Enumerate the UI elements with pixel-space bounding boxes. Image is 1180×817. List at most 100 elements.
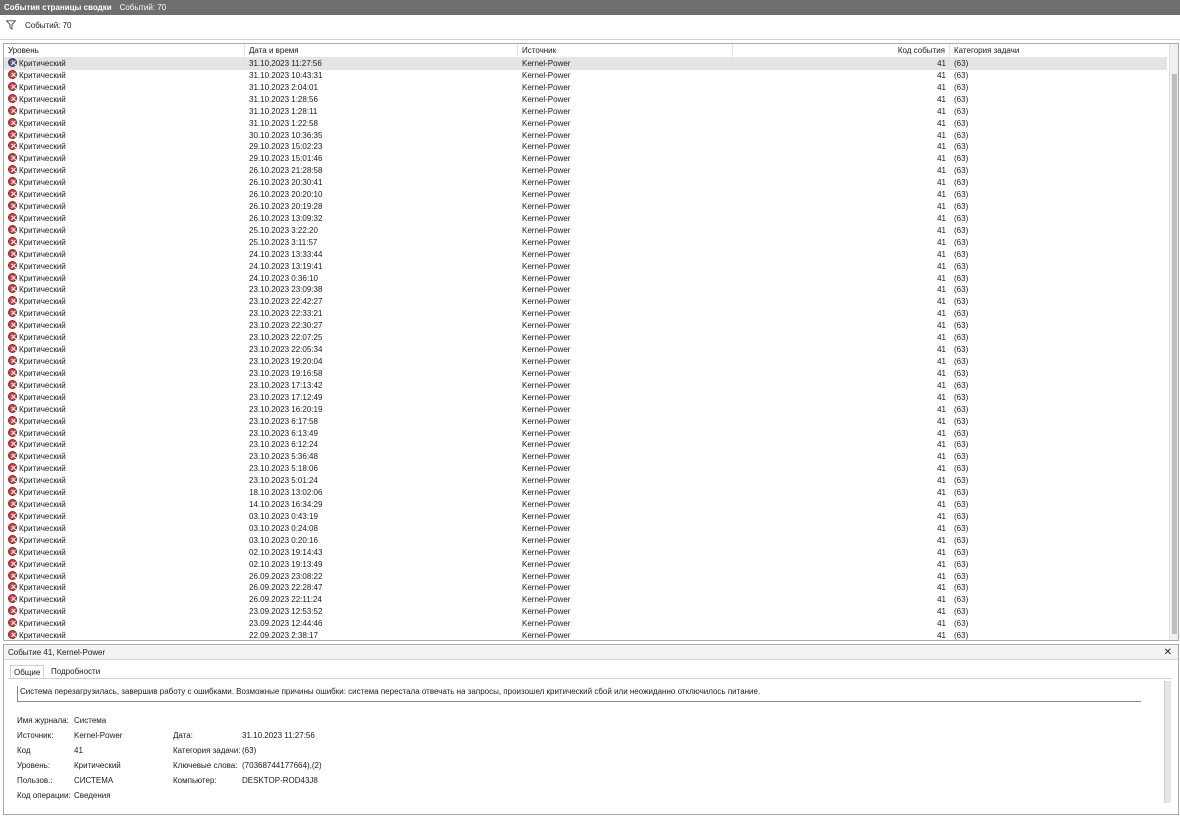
table-row[interactable]: Критический 26.09.2023 22:11:24 Kernel-Pow… bbox=[4, 594, 1167, 606]
table-row[interactable]: Критический 26.10.2023 20:19:28 Kernel-Pow… bbox=[4, 201, 1167, 213]
table-row[interactable]: Критический 23.10.2023 16:20:19 Kernel-Pow… bbox=[4, 403, 1167, 416]
table-row[interactable]: Критический 26.10.2023 20:30:41 Kernel-Pow… bbox=[4, 177, 1167, 189]
row-source: Kernel-Power bbox=[522, 428, 571, 438]
table-row[interactable]: Критический 25.10.2023 3:11:57 Kernel-Powe… bbox=[4, 236, 1167, 249]
row-datetime: 26.10.2023 21:28:58 bbox=[249, 166, 323, 176]
table-row[interactable]: Критический 18.10.2023 13:02:06 Kernel-Pow… bbox=[4, 487, 1167, 499]
critical-error-icon bbox=[8, 367, 17, 377]
table-row[interactable]: Критический 23.10.2023 5:01:24 Kernel-Powe… bbox=[4, 475, 1167, 487]
critical-error-icon bbox=[8, 81, 17, 91]
critical-error-icon bbox=[8, 570, 17, 580]
table-row[interactable]: Критический 31.10.2023 11:27:56 Kernel-Pow… bbox=[4, 58, 1167, 70]
column-header-datetime[interactable]: Дата и время bbox=[245, 44, 518, 58]
table-row[interactable]: Критический 23.10.2023 22:07:25 Kernel-Pow… bbox=[4, 332, 1167, 344]
row-datetime: 23.10.2023 6:17:58 bbox=[249, 416, 318, 426]
table-row[interactable]: Критический 03.10.2023 0:43:19 Kernel-Powe… bbox=[4, 510, 1167, 523]
table-row[interactable]: Критический 23.10.2023 22:42:27 Kernel-Pow… bbox=[4, 296, 1167, 308]
table-row[interactable]: Критический 24.10.2023 13:19:41 Kernel-Pow… bbox=[4, 260, 1167, 273]
row-datetime: 31.10.2023 10:43:31 bbox=[249, 70, 323, 80]
row-task-category: (63) bbox=[954, 380, 969, 390]
table-row[interactable]: Критический 02.10.2023 19:13:49 Kernel-Pow… bbox=[4, 558, 1167, 571]
row-event-id: 41 bbox=[937, 118, 946, 128]
row-task-category: (63) bbox=[954, 142, 969, 152]
tab-details[interactable]: Подробности bbox=[48, 665, 103, 678]
table-row[interactable]: Критический 23.10.2023 5:18:06 Kernel-Powe… bbox=[4, 463, 1167, 475]
table-row[interactable]: Критический 03.10.2023 0:24:08 Kernel-Powe… bbox=[4, 522, 1167, 535]
filter-icon[interactable] bbox=[6, 20, 16, 30]
row-source: Kernel-Power bbox=[522, 392, 571, 402]
row-task-category: (63) bbox=[954, 464, 969, 474]
row-level: Критический bbox=[19, 428, 66, 438]
row-datetime: 18.10.2023 13:02:06 bbox=[249, 488, 323, 498]
table-row[interactable]: Критический 26.09.2023 23:08:22 Kernel-Pow… bbox=[4, 570, 1167, 583]
column-header-task-category[interactable]: Категория задачи bbox=[950, 44, 1167, 58]
table-row[interactable]: Критический 23.10.2023 17:12:49 Kernel-Pow… bbox=[4, 391, 1167, 404]
row-level: Критический bbox=[19, 118, 66, 128]
table-row[interactable]: Критический 23.10.2023 6:12:24 Kernel-Powe… bbox=[4, 439, 1167, 451]
table-row[interactable]: Критический 31.10.2023 2:04:01 Kernel-Powe… bbox=[4, 81, 1167, 94]
row-event-id: 41 bbox=[937, 452, 946, 462]
row-datetime: 23.10.2023 17:13:42 bbox=[249, 380, 323, 390]
table-row[interactable]: Критический 23.10.2023 6:17:58 Kernel-Powe… bbox=[4, 415, 1167, 428]
close-icon[interactable]: ✕ bbox=[1164, 646, 1172, 659]
row-event-id: 41 bbox=[937, 357, 946, 366]
table-row[interactable]: Критический 29.10.2023 15:02:23 Kernel-Pow… bbox=[4, 141, 1167, 153]
table-row[interactable]: Критический 31.10.2023 1:28:11 Kernel-Powe… bbox=[4, 105, 1167, 118]
table-row[interactable]: Критический 26.10.2023 20:20:10 Kernel-Pow… bbox=[4, 189, 1167, 201]
table-row[interactable]: Критический 26.09.2023 22:28:47 Kernel-Pow… bbox=[4, 582, 1167, 594]
critical-error-icon bbox=[8, 463, 17, 473]
table-row[interactable]: Критический 23.10.2023 22:05:34 Kernel-Pow… bbox=[4, 344, 1167, 356]
table-row[interactable]: Критический 14.10.2023 16:34:29 Kernel-Pow… bbox=[4, 499, 1167, 511]
table-row[interactable]: Критический 23.10.2023 19:16:58 Kernel-Pow… bbox=[4, 367, 1167, 380]
row-event-id: 41 bbox=[937, 285, 946, 295]
table-row[interactable]: Критический 31.10.2023 1:22:58 Kernel-Powe… bbox=[4, 117, 1167, 130]
row-level: Критический bbox=[19, 380, 66, 390]
table-row[interactable]: Критический 24.10.2023 0:36:10 Kernel-Powe… bbox=[4, 272, 1167, 285]
table-row[interactable]: Критический 26.10.2023 13:09:32 Kernel-Pow… bbox=[4, 212, 1167, 225]
detail-scrollbar[interactable] bbox=[1164, 681, 1171, 803]
table-row[interactable]: Критический 25.10.2023 3:22:20 Kernel-Powe… bbox=[4, 224, 1167, 237]
table-row[interactable]: Критический 23.10.2023 6:13:49 Kernel-Powe… bbox=[4, 427, 1167, 440]
window-titlebar: События страницы сводки Событий: 70 bbox=[0, 0, 1180, 15]
table-row[interactable]: Критический 23.10.2023 5:36:48 Kernel-Powe… bbox=[4, 451, 1167, 463]
critical-error-icon bbox=[8, 475, 17, 485]
table-row[interactable]: Критический 03.10.2023 0:20:16 Kernel-Powe… bbox=[4, 534, 1167, 547]
column-header-level[interactable]: Уровень bbox=[4, 44, 245, 58]
table-row[interactable]: Критический 02.10.2023 19:14:43 Kernel-Pow… bbox=[4, 546, 1167, 559]
row-level: Критический bbox=[19, 94, 66, 104]
column-header-source[interactable]: Источник bbox=[518, 44, 733, 58]
tab-general[interactable]: Общие bbox=[10, 665, 45, 678]
scrollbar-thumb[interactable] bbox=[1172, 74, 1177, 634]
events-table[interactable]: Уровень Дата и время Источник Код событи… bbox=[3, 43, 1179, 641]
table-row[interactable]: Критический 23.10.2023 19:20:04 Kernel-Pow… bbox=[4, 356, 1167, 368]
critical-error-icon bbox=[8, 201, 17, 211]
table-row[interactable]: Критический 31.10.2023 1:28:56 Kernel-Powe… bbox=[4, 93, 1167, 106]
table-row[interactable]: Критический 26.10.2023 21:28:58 Kernel-Pow… bbox=[4, 165, 1167, 177]
table-row[interactable]: Критический 29.10.2023 15:01:46 Kernel-Pow… bbox=[4, 153, 1167, 165]
row-level: Критический bbox=[19, 357, 66, 366]
table-row[interactable]: Критический 23.10.2023 17:13:42 Kernel-Pow… bbox=[4, 379, 1167, 392]
row-event-id: 41 bbox=[937, 631, 946, 641]
row-source: Kernel-Power bbox=[522, 619, 571, 629]
table-row[interactable]: Критический 30.10.2023 10:36:35 Kernel-Pow… bbox=[4, 129, 1167, 142]
table-row[interactable]: Критический 23.10.2023 22:30:27 Kernel-Pow… bbox=[4, 320, 1167, 332]
row-level: Критический bbox=[19, 333, 66, 343]
row-task-category: (63) bbox=[954, 190, 969, 200]
row-event-id: 41 bbox=[937, 440, 946, 450]
table-row[interactable]: Критический 23.09.2023 12:44:46 Kernel-Pow… bbox=[4, 618, 1167, 630]
row-level: Критический bbox=[19, 321, 66, 331]
row-task-category: (63) bbox=[954, 249, 969, 259]
critical-error-icon bbox=[8, 177, 17, 187]
row-datetime: 29.10.2023 15:01:46 bbox=[249, 154, 323, 164]
column-header-event-id[interactable]: Код события bbox=[733, 44, 950, 58]
vertical-scrollbar[interactable] bbox=[1169, 44, 1178, 640]
row-level: Критический bbox=[19, 571, 66, 581]
table-row[interactable]: Критический 23.09.2023 12:53:52 Kernel-Pow… bbox=[4, 606, 1167, 618]
table-row[interactable]: Критический 22.09.2023 2:38:17 Kernel-Powe… bbox=[4, 630, 1167, 641]
row-level: Критический bbox=[19, 309, 66, 319]
row-event-id: 41 bbox=[937, 476, 946, 486]
table-row[interactable]: Критический 31.10.2023 10:43:31 Kernel-Pow… bbox=[4, 69, 1167, 82]
table-row[interactable]: Критический 23.10.2023 22:33:21 Kernel-Pow… bbox=[4, 308, 1167, 320]
table-row[interactable]: Критический 24.10.2023 13:33:44 Kernel-Pow… bbox=[4, 248, 1167, 261]
table-row[interactable]: Критический 23.10.2023 23:09:38 Kernel-Pow… bbox=[4, 284, 1167, 296]
